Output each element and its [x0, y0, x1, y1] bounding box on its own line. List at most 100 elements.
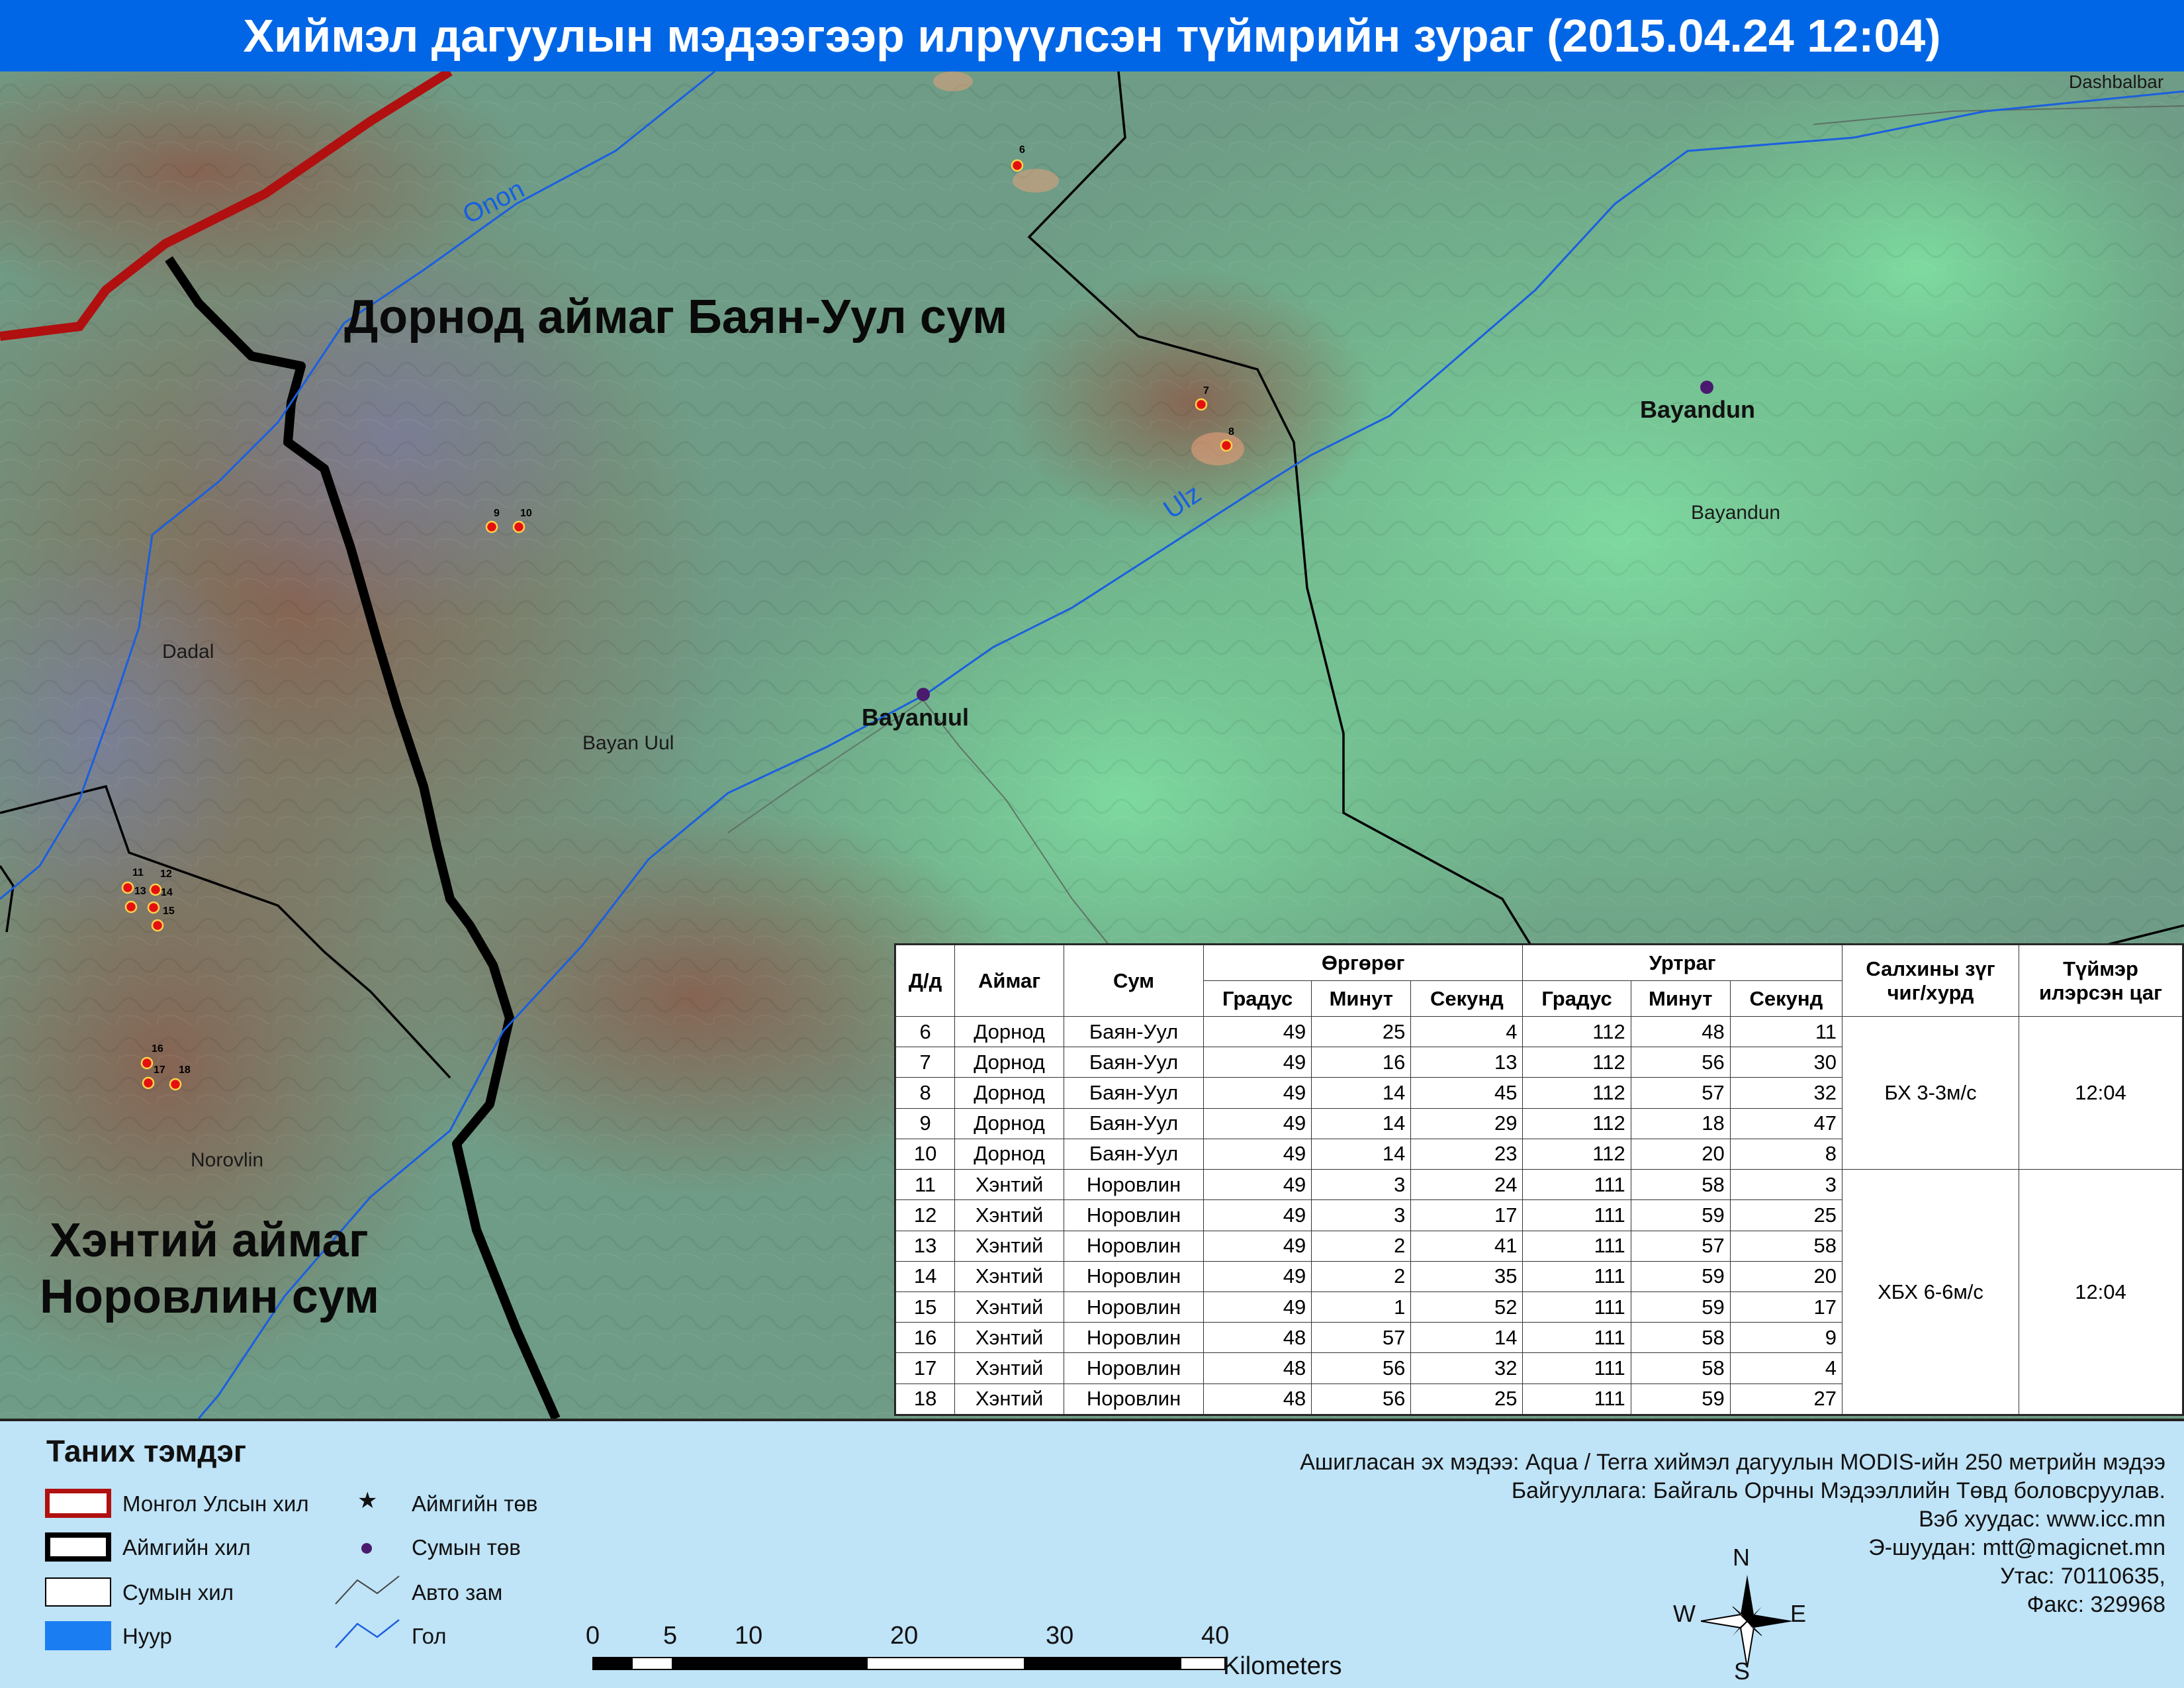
fire-label-6: 6 — [1019, 144, 1025, 156]
fire-label-8: 8 — [1228, 426, 1234, 438]
table-cell-lon-s: 17 — [1729, 1291, 1843, 1323]
table-cell-lon-d: 111 — [1522, 1230, 1631, 1262]
th-lat-min: Минут — [1311, 980, 1412, 1017]
table-cell-sum: Норовлин — [1064, 1291, 1205, 1323]
legend-mongolia-border-label: Монгол Улсын хил — [122, 1491, 309, 1516]
th-id: Д/д — [895, 945, 956, 1017]
fire-point-6 — [1011, 159, 1024, 172]
table-cell-lat-m: 14 — [1311, 1107, 1412, 1139]
fire-point-11 — [121, 881, 134, 894]
table-cell-lon-s: 11 — [1729, 1015, 1843, 1048]
table-cell-lat-s: 4 — [1410, 1015, 1524, 1048]
fire-label-11: 11 — [132, 867, 144, 878]
table-cell-sum: Норовлин — [1064, 1383, 1205, 1415]
place-label-bayandun: Bayandun — [1691, 502, 1781, 524]
place-label-dadal: Dadal — [162, 641, 214, 663]
table-cell-lon-d: 111 — [1522, 1260, 1631, 1292]
sum-center-dot-icon — [361, 1543, 372, 1554]
table-cell-sum: Баян-Уул — [1064, 1107, 1205, 1139]
table-cell-lon-d: 112 — [1522, 1077, 1631, 1109]
table-body: 6 Дорнод Баян-Уул 49 25 4 112 48 11 БХ 3-3м/с 12:0… — [895, 1015, 2183, 1415]
compass-e-label: E — [1790, 1600, 1807, 1627]
scale-tick-10: 10 — [735, 1622, 763, 1650]
table-cell-lat-d: 49 — [1203, 1047, 1312, 1078]
table-cell-lon-m: 58 — [1630, 1352, 1731, 1384]
scale-tick-5: 5 — [663, 1622, 678, 1650]
table-cell-lon-d: 111 — [1522, 1199, 1631, 1231]
table-cell-lon-d: 112 — [1522, 1138, 1631, 1170]
table-cell-lon-s: 9 — [1729, 1322, 1843, 1354]
th-lon-deg: Градус — [1522, 980, 1631, 1017]
fire-point-12 — [149, 883, 162, 896]
legend-river-label: Гол — [412, 1624, 447, 1648]
fire-label-17: 17 — [154, 1064, 165, 1076]
table-cell-lat-s: 23 — [1410, 1138, 1524, 1170]
table-cell-lon-d: 111 — [1522, 1322, 1631, 1354]
legend-lake-symbol — [45, 1621, 111, 1650]
info-source: Ашигласан эх мэдээ: Aqua / Terra хиймэл … — [1300, 1450, 2165, 1475]
table-cell-lat-s: 41 — [1410, 1230, 1524, 1262]
table-cell-aimag: Хэнтий — [954, 1322, 1065, 1354]
table-cell-lon-d: 112 — [1522, 1047, 1631, 1078]
fire-label-16: 16 — [152, 1043, 163, 1055]
table-cell-lat-d: 49 — [1203, 1107, 1312, 1139]
legend-lake-label: Нуур — [122, 1624, 172, 1648]
table-cell-lat-m: 3 — [1311, 1169, 1412, 1201]
table-cell-lat-m: 57 — [1311, 1322, 1412, 1354]
table-cell-lon-s: 25 — [1729, 1199, 1843, 1231]
table-cell-id: 18 — [895, 1383, 956, 1415]
fire-label-15: 15 — [163, 906, 175, 917]
fire-point-9 — [485, 520, 498, 534]
info-website: Вэб хуудас: www.icc.mn — [1919, 1507, 2165, 1532]
table-cell-lat-d: 49 — [1203, 1138, 1312, 1170]
table-cell-lon-s: 32 — [1729, 1077, 1843, 1109]
title-bar: Хиймэл дагуулын мэдээгээр илрүүлсэн түйм… — [0, 0, 2184, 71]
soum-center-bayandun — [1700, 381, 1713, 394]
legend-aimag-center-label: Аймгийн төв — [412, 1491, 538, 1516]
place-label-bayandun-center: Bayandun — [1640, 396, 1756, 423]
th-latitude: Өргөрөг — [1203, 945, 1524, 981]
table-cell-lat-m: 2 — [1311, 1260, 1412, 1292]
th-lon-min: Минут — [1630, 980, 1731, 1017]
table-cell-lat-m: 14 — [1311, 1077, 1412, 1109]
fire-label-9: 9 — [494, 508, 500, 519]
table-cell-lat-m: 56 — [1311, 1383, 1412, 1415]
table-cell-id: 10 — [895, 1138, 956, 1170]
table-cell-lat-s: 45 — [1410, 1077, 1524, 1109]
table-cell-lon-s: 27 — [1729, 1383, 1843, 1415]
table-cell-aimag: Хэнтий — [954, 1383, 1065, 1415]
table-cell-lat-d: 49 — [1203, 1015, 1312, 1048]
scale-tick-40: 40 — [1201, 1622, 1230, 1650]
road-icon — [335, 1575, 400, 1605]
table-cell-lat-d: 49 — [1203, 1077, 1312, 1109]
table-cell-lon-s: 47 — [1729, 1107, 1843, 1139]
region-label-dornod: Дорнод аймаг Баян-Уул сум — [344, 291, 1008, 344]
compass-rose-icon — [1701, 1575, 1794, 1667]
legend-panel: Таних тэмдэг Монгол Улсын хил Аймгийн хи… — [0, 1419, 2184, 1688]
compass-n-label: N — [1733, 1544, 1750, 1571]
table-cell-aimag: Дорнод — [954, 1077, 1065, 1109]
legend-aimag-border-label: Аймгийн хил — [122, 1535, 251, 1560]
th-sum: Сум — [1064, 945, 1205, 1017]
map-title: Хиймэл дагуулын мэдээгээр илрүүлсэн түйм… — [243, 10, 1941, 62]
table-cell-lat-m: 14 — [1311, 1138, 1412, 1170]
table-cell-lon-m: 59 — [1630, 1383, 1731, 1415]
table-cell-aimag: Хэнтий — [954, 1352, 1065, 1384]
table-cell-lat-m: 25 — [1311, 1015, 1412, 1048]
compass-w-label: W — [1673, 1600, 1696, 1627]
th-lon-sec: Секунд — [1729, 980, 1843, 1017]
table-cell-lat-m: 56 — [1311, 1352, 1412, 1384]
table-cell-lon-s: 58 — [1729, 1230, 1843, 1262]
compass-s-label: S — [1734, 1658, 1751, 1685]
table-cell-id: 12 — [895, 1199, 956, 1231]
table-cell-aimag: Хэнтий — [954, 1199, 1065, 1231]
region-label-khentii-1: Хэнтий аймаг — [50, 1214, 369, 1267]
table-cell-lat-d: 49 — [1203, 1169, 1312, 1201]
legend-sum-center-label: Сумын төв — [412, 1535, 521, 1560]
place-label-bayan-uul: Bayan Uul — [582, 732, 674, 754]
table-cell-lon-m: 57 — [1630, 1077, 1731, 1109]
fire-data-table: Д/д Аймаг Сум Өргөрөг Уртраг Салхины зүг… — [894, 943, 2184, 1416]
fire-point-14 — [147, 901, 160, 914]
table-cell-id: 14 — [895, 1260, 956, 1292]
scale-tick-30: 30 — [1046, 1622, 1074, 1650]
